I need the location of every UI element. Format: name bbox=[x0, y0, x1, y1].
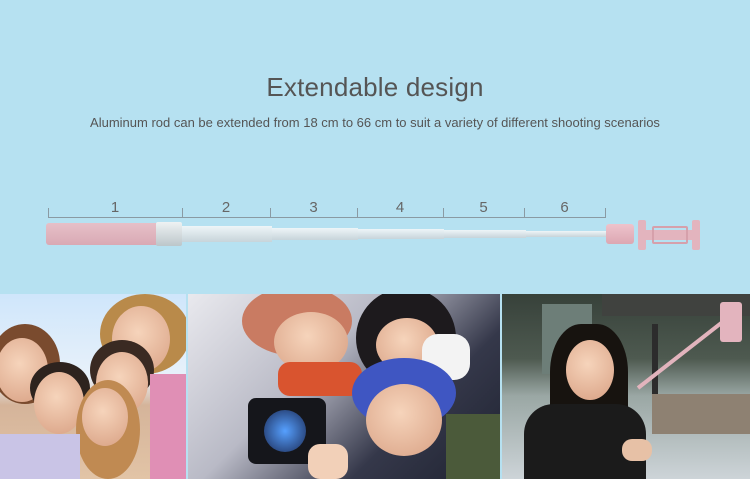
rod-section bbox=[182, 226, 272, 242]
rod-section bbox=[272, 228, 358, 240]
phone-clamp bbox=[636, 220, 708, 250]
ruler-label-3: 3 bbox=[309, 199, 318, 216]
rod-section bbox=[358, 229, 444, 239]
selfie-stick-shape bbox=[636, 318, 726, 390]
furniture-shape bbox=[652, 394, 750, 434]
rod-section bbox=[444, 230, 526, 238]
camera-lens-shape bbox=[264, 410, 306, 452]
ruler-label-1: 1 bbox=[110, 199, 120, 216]
ruler-label-6: 6 bbox=[560, 199, 569, 216]
ruler-label-5: 5 bbox=[479, 199, 488, 216]
woman-selfie-stick-photo bbox=[502, 294, 750, 479]
shirt-shape bbox=[150, 374, 186, 479]
clamp-jaw-left bbox=[638, 220, 646, 250]
ruler-label-2: 2 bbox=[221, 199, 231, 216]
group-selfie-photo bbox=[0, 294, 186, 479]
usage-photo-strip bbox=[0, 294, 750, 479]
stick-head-joint bbox=[606, 224, 634, 244]
hand-shape bbox=[622, 439, 652, 461]
face-shape bbox=[366, 384, 442, 456]
clamp-frame bbox=[652, 226, 688, 244]
ruler-label-4: 4 bbox=[395, 199, 405, 216]
stick-collar bbox=[156, 222, 182, 246]
hand-shape bbox=[308, 444, 348, 479]
ruler-baseline bbox=[48, 217, 606, 218]
face-shape bbox=[82, 388, 128, 446]
clamp-jaw-right bbox=[692, 220, 700, 250]
scarf-shape bbox=[278, 362, 362, 396]
selfie-stick-illustration bbox=[46, 220, 714, 252]
couple-camera-selfie-photo bbox=[188, 294, 500, 479]
length-ruler: 1 2 3 4 5 6 bbox=[48, 196, 606, 220]
shirt-shape bbox=[0, 434, 80, 479]
ruler-tick bbox=[605, 208, 606, 218]
page-subtitle: Aluminum rod can be extended from 18 cm … bbox=[90, 115, 660, 130]
jacket-shape bbox=[446, 414, 500, 479]
face-shape bbox=[566, 340, 614, 400]
phone-clamp-shape bbox=[720, 302, 742, 342]
page-title: Extendable design bbox=[266, 72, 484, 102]
rod-section bbox=[526, 231, 608, 237]
stick-handle bbox=[46, 223, 158, 245]
